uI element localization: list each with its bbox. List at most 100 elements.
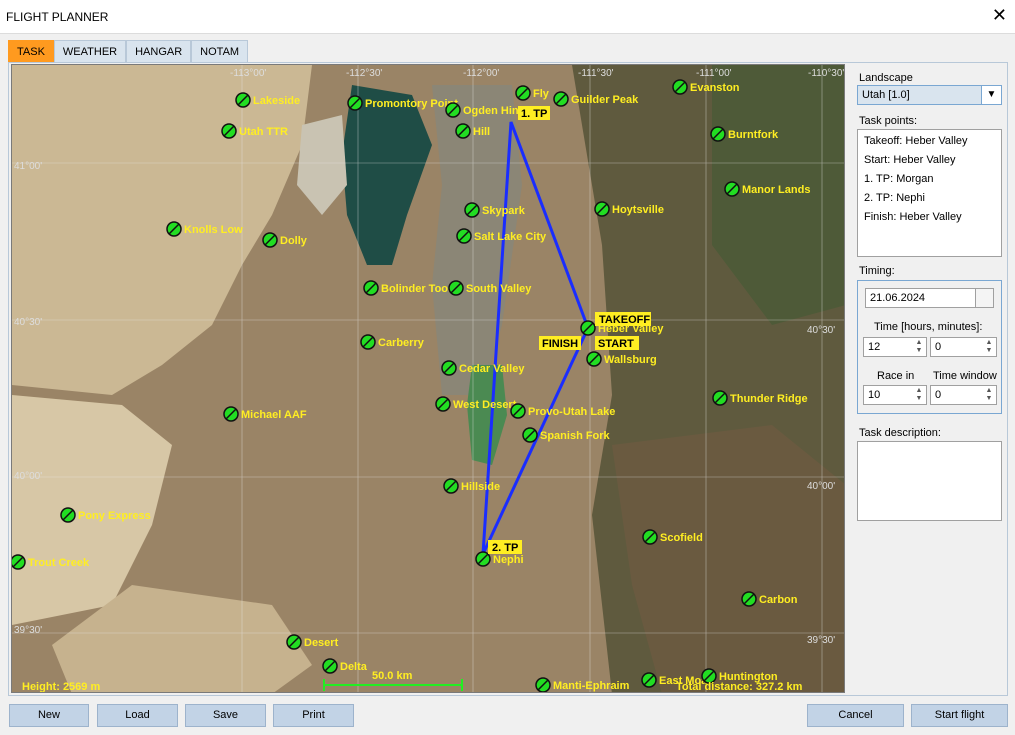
airport-marker[interactable]: Delta — [322, 658, 368, 674]
print-button[interactable]: Print — [273, 704, 354, 727]
airport-label: Manor Lands — [742, 184, 810, 196]
tab-notam[interactable]: NOTAM — [191, 40, 249, 62]
airport-marker[interactable]: Fly — [515, 85, 550, 101]
airport-marker[interactable]: Carbon — [741, 591, 798, 607]
airport-marker[interactable]: Promontory Point — [347, 95, 458, 111]
grid-label-lat-3: 40°00' — [14, 471, 42, 482]
airport-label: Hill — [473, 126, 490, 138]
airport-label: Nephi — [493, 554, 524, 566]
task-point-item[interactable]: 1. TP: Morgan — [864, 170, 995, 189]
landscape-value: Utah [1.0] — [862, 89, 910, 101]
task-points-list[interactable]: Takeoff: Heber Valley Start: Heber Valle… — [857, 129, 1002, 257]
map-view[interactable]: -113°00' -112°30' -112°00' -111°30' -111… — [11, 64, 845, 693]
airport-marker[interactable]: Dolly — [262, 232, 308, 248]
race-value: 10 — [868, 389, 881, 401]
hours-value: 12 — [868, 341, 881, 353]
scale-label: 50.0 km — [372, 670, 413, 682]
spin-arrows-icon[interactable]: ▲ ▼ — [913, 387, 925, 403]
airport-label: Carberry — [378, 337, 425, 349]
takeoff-label: TAKEOFF — [599, 314, 650, 326]
tab-weather[interactable]: WEATHER — [53, 40, 127, 62]
airport-marker[interactable]: Scofield — [642, 529, 703, 545]
tab-task[interactable]: TASK — [8, 40, 54, 62]
airport-label: Provo-Utah Lake — [528, 406, 615, 418]
chevron-down-icon[interactable]: ▼ — [981, 86, 1001, 104]
tab-hangar[interactable]: HANGAR — [126, 40, 192, 62]
airport-label: West Desert — [453, 399, 517, 411]
height-readout: Height: 2569 m — [22, 681, 100, 693]
tp1-label: 1. TP — [521, 108, 547, 120]
map-svg[interactable]: -113°00' -112°30' -112°00' -111°30' -111… — [12, 65, 845, 693]
close-icon[interactable]: ✕ — [992, 6, 1007, 24]
landscape-select[interactable]: Utah [1.0] ▼ — [857, 85, 1002, 105]
spin-arrows-icon[interactable]: ▲ ▼ — [983, 387, 995, 403]
airport-marker[interactable]: Manor Lands — [724, 181, 810, 197]
task-point-item[interactable]: Start: Heber Valley — [864, 151, 995, 170]
airport-label: Scofield — [660, 532, 703, 544]
airport-marker[interactable]: Trout Creek — [12, 554, 90, 570]
race-stepper[interactable]: 10 ▲ ▼ — [863, 385, 927, 405]
grid-label-lon-4: -111°30' — [578, 68, 614, 79]
airport-marker[interactable]: Hoytsville — [594, 201, 664, 217]
airport-label: Promontory Point — [365, 98, 458, 110]
airport-marker[interactable]: South Valley — [448, 280, 532, 296]
new-button[interactable]: New — [9, 704, 89, 727]
landscape-label: Landscape — [859, 72, 913, 84]
spin-arrows-icon[interactable]: ▲ ▼ — [913, 339, 925, 355]
airport-label: Salt Lake City — [474, 231, 547, 243]
airport-marker[interactable]: Skypark — [464, 202, 526, 218]
cancel-button[interactable]: Cancel — [807, 704, 904, 727]
start-flight-button[interactable]: Start flight — [911, 704, 1008, 727]
airport-marker[interactable]: Utah TTR — [221, 123, 288, 139]
hours-stepper[interactable]: 12 ▲ ▼ — [863, 337, 927, 357]
airport-marker[interactable]: West Desert — [435, 396, 517, 412]
finish-label: FINISH — [542, 338, 578, 350]
grid-label-lat-4: 39°30' — [14, 625, 42, 636]
calendar-dropdown-button[interactable] — [975, 289, 993, 307]
airport-marker[interactable]: Evanston — [672, 79, 740, 95]
minutes-stepper[interactable]: 0 ▲ ▼ — [930, 337, 997, 357]
date-field[interactable]: 21.06.2024 — [865, 288, 994, 308]
airport-label: Burntfork — [728, 129, 779, 141]
task-point-item[interactable]: Takeoff: Heber Valley — [864, 132, 995, 151]
window-label: Time window — [933, 370, 997, 382]
airport-marker[interactable]: Cedar Valley — [441, 360, 525, 376]
window-title: FLIGHT PLANNER — [6, 10, 109, 24]
save-button[interactable]: Save — [185, 704, 266, 727]
airport-marker[interactable]: Hill — [455, 123, 490, 139]
start-label: START — [598, 338, 634, 350]
airport-marker[interactable]: Guilder Peak — [553, 91, 639, 107]
timing-label: Timing: — [859, 265, 895, 277]
airport-marker[interactable]: Knolls Low — [166, 221, 243, 237]
task-point-item[interactable]: Finish: Heber Valley — [864, 208, 995, 227]
minutes-value: 0 — [935, 341, 942, 353]
grid-label-lon-6: -110°30' — [808, 68, 844, 79]
airport-marker[interactable]: Carberry — [360, 334, 425, 350]
grid-label-lat-3-right: 40°00' — [807, 481, 835, 492]
window-stepper[interactable]: 0 ▲ ▼ — [930, 385, 997, 405]
load-button[interactable]: Load — [97, 704, 178, 727]
airport-marker[interactable]: Burntfork — [710, 126, 779, 142]
airport-marker[interactable]: Michael AAF — [223, 406, 307, 422]
airport-marker[interactable]: Lakeside — [235, 92, 300, 108]
description-label: Task description: — [859, 427, 941, 439]
airport-label: Michael AAF — [241, 409, 307, 421]
airport-marker[interactable]: Desert — [286, 634, 339, 650]
airport-marker[interactable]: Wallsburg — [586, 351, 657, 367]
grid-label-lat-2: 40°30' — [14, 317, 42, 328]
airport-label: Dolly — [280, 235, 308, 247]
task-description-field[interactable] — [857, 441, 1002, 521]
airport-label: Hoytsville — [612, 204, 664, 216]
task-point-item[interactable]: 2. TP: Nephi — [864, 189, 995, 208]
grid-label-lat-4-right: 39°30' — [807, 635, 835, 646]
grid-label-lon-2: -112°30' — [346, 68, 382, 79]
airport-label: Trout Creek — [28, 557, 90, 569]
airport-label: South Valley — [466, 283, 532, 295]
task-points-label: Task points: — [859, 115, 918, 127]
window-value: 0 — [935, 389, 942, 401]
airport-label: Wallsburg — [604, 354, 657, 366]
spin-arrows-icon[interactable]: ▲ ▼ — [983, 339, 995, 355]
airport-label: Cedar Valley — [459, 363, 525, 375]
airport-marker[interactable]: Nephi — [475, 551, 524, 567]
airport-marker[interactable]: Hillside — [443, 478, 500, 494]
